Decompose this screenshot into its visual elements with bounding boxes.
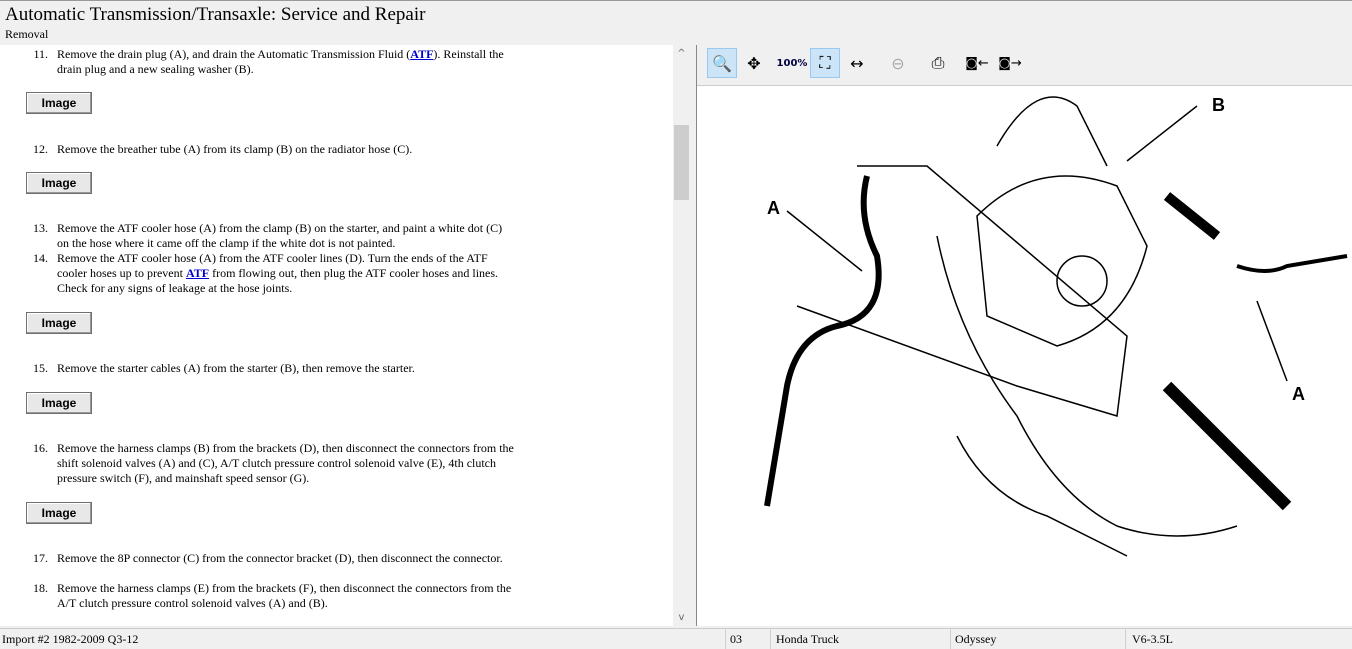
vertical-scrollbar[interactable]: ^ v — [673, 45, 690, 626]
cooler-hose — [764, 175, 882, 507]
print-icon[interactable]: ⎙ — [923, 48, 953, 78]
zoom-in-icon[interactable]: 🔍 — [707, 48, 737, 78]
leader-a1 — [786, 210, 863, 272]
step-number: 13. — [33, 221, 48, 235]
scroll-up-icon[interactable]: ^ — [673, 48, 690, 59]
bolt-short — [1163, 192, 1221, 240]
diagram-outline — [796, 165, 1128, 417]
image-viewer[interactable]: A B A — [697, 86, 1352, 626]
step-text: Remove the ATF cooler hose (A) from the … — [57, 221, 503, 250]
image-button[interactable]: Image — [26, 502, 92, 524]
harness — [956, 435, 1128, 557]
step-number: 12. — [33, 142, 48, 156]
page-subtitle: Removal — [5, 27, 49, 41]
zoom-width-icon[interactable]: ↔ — [842, 48, 872, 78]
bolt — [1162, 381, 1292, 511]
cooler-line — [1236, 254, 1348, 273]
divider — [725, 629, 726, 649]
label-b: B — [1212, 95, 1225, 115]
step-text: Remove the drain plug (A), and drain the… — [57, 47, 517, 77]
starter-diagram: A B A — [764, 95, 1348, 557]
label-a: A — [1292, 384, 1305, 404]
next-image-icon[interactable]: ◙→ — [995, 48, 1025, 78]
image-button[interactable]: Image — [26, 312, 92, 334]
leader-b — [1126, 105, 1198, 162]
step-text: Remove the starter cables (A) from the s… — [57, 361, 415, 375]
previous-image-icon[interactable]: ◙← — [962, 48, 992, 78]
status-year: 03 — [730, 632, 742, 646]
pane-splitter[interactable] — [690, 45, 697, 626]
scroll-down-icon[interactable]: v — [673, 612, 690, 623]
step-text: Remove the harness clamps (B) from the b… — [57, 441, 514, 485]
zoom-fit-icon[interactable]: ⛶ — [810, 48, 840, 78]
page-title: Automatic Transmission/Transaxle: Servic… — [5, 4, 426, 25]
step-number: 17. — [33, 551, 48, 565]
step-number: 15. — [33, 361, 48, 375]
pan-icon[interactable]: ✥ — [739, 48, 769, 78]
status-model: Odyssey — [955, 632, 997, 646]
step-text: Remove the breather tube (A) from its cl… — [57, 142, 413, 156]
step-number: 14. — [33, 251, 48, 265]
divider — [950, 629, 951, 649]
status-make: Honda Truck — [776, 632, 840, 646]
header: Automatic Transmission/Transaxle: Servic… — [0, 0, 1352, 46]
leader-a2 — [1256, 300, 1288, 382]
starter-bracket — [996, 96, 1108, 167]
status-bar: Import #2 1982-2009 Q3-12 03 Honda Truck… — [0, 628, 1352, 649]
atf-link[interactable]: ATF — [410, 47, 433, 61]
image-toolbar: 🔍 ✥ 100% ⛶ ↔ ⊖ ⎙ ◙← ◙→ — [697, 45, 1352, 86]
text: Remove the drain plug (A), and drain the… — [57, 47, 411, 61]
atf-link[interactable]: ATF — [186, 266, 209, 280]
procedure-pane: 11. Remove the drain plug (A), and drain … — [0, 45, 690, 626]
transmission-case — [936, 235, 1238, 537]
step-text: Remove the ATF cooler hose (A) from the … — [57, 251, 517, 296]
zoom-100-icon[interactable]: 100% — [777, 48, 808, 78]
step-text: Remove the harness clamps (E) from the b… — [57, 581, 512, 610]
status-engine: V6-3.5L — [1132, 632, 1173, 646]
step-text: Remove the 8P connector (C) from the con… — [57, 551, 503, 565]
status-source: Import #2 1982-2009 Q3-12 — [2, 632, 139, 646]
image-button[interactable]: Image — [26, 92, 92, 114]
label-a: A — [767, 198, 780, 218]
step-number: 11. — [33, 47, 48, 61]
image-button[interactable]: Image — [26, 172, 92, 194]
step-number: 18. — [33, 581, 48, 595]
divider — [1125, 629, 1126, 649]
scrollbar-thumb[interactable] — [674, 125, 689, 200]
step-number: 16. — [33, 441, 48, 455]
starter-body — [976, 175, 1148, 347]
zoom-out-icon[interactable]: ⊖ — [883, 48, 913, 78]
image-button[interactable]: Image — [26, 392, 92, 414]
divider — [770, 629, 771, 649]
